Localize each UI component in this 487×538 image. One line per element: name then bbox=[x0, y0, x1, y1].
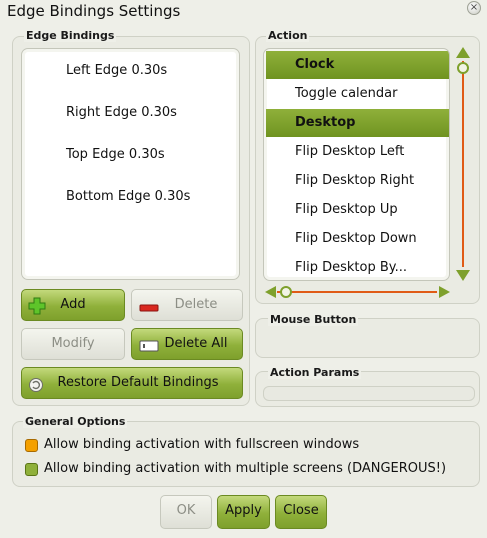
delete-button-label: Delete bbox=[174, 297, 218, 312]
multiscreen-option-label[interactable]: Allow binding activation with multiple s… bbox=[44, 461, 446, 476]
restore-icon bbox=[28, 375, 44, 405]
vertical-scroll-thumb[interactable] bbox=[457, 62, 469, 74]
fullscreen-option-checkbox[interactable] bbox=[25, 439, 38, 452]
multiscreen-option-checkbox[interactable] bbox=[25, 463, 38, 476]
edge-bindings-label: Edge Bindings bbox=[24, 29, 117, 42]
edge-binding-item[interactable]: Right Edge 0.30s bbox=[66, 105, 177, 120]
action-category-header[interactable]: Clock bbox=[266, 51, 449, 79]
delete-all-button[interactable]: Delete All bbox=[131, 328, 243, 360]
apply-button-label: Apply bbox=[225, 503, 262, 518]
action-list-item[interactable]: Toggle calendar bbox=[266, 80, 449, 108]
vertical-scroll-track[interactable] bbox=[462, 61, 464, 267]
edge-bindings-list[interactable]: Left Edge 0.30s Right Edge 0.30s Top Edg… bbox=[21, 48, 240, 280]
modify-button[interactable]: Modify bbox=[21, 328, 125, 360]
scroll-right-arrow-icon[interactable] bbox=[439, 286, 450, 298]
action-label: Action bbox=[266, 29, 310, 42]
general-options-frame bbox=[12, 421, 480, 487]
ok-button-label: OK bbox=[176, 503, 196, 518]
edge-binding-item[interactable]: Top Edge 0.30s bbox=[66, 147, 165, 162]
action-list-item[interactable]: Flip Desktop Left bbox=[266, 138, 449, 166]
action-vertical-scrollbar[interactable] bbox=[456, 47, 470, 283]
action-list[interactable]: Clock Toggle calendar Desktop Flip Desktop … bbox=[263, 48, 450, 281]
close-button[interactable]: Close bbox=[275, 495, 327, 529]
plus-icon bbox=[28, 297, 46, 327]
restore-button-label: Restore Default Bindings bbox=[57, 375, 219, 390]
scroll-up-arrow-icon[interactable] bbox=[456, 47, 470, 58]
add-button[interactable]: Add bbox=[21, 289, 125, 321]
add-button-label: Add bbox=[60, 297, 86, 312]
mouse-button-label: Mouse Button bbox=[268, 313, 359, 326]
window-close-icon[interactable]: × bbox=[467, 1, 481, 15]
horizontal-scroll-thumb[interactable] bbox=[280, 286, 292, 298]
action-list-item[interactable]: Flip Desktop Up bbox=[266, 196, 449, 224]
minus-icon bbox=[138, 297, 160, 327]
action-horizontal-scrollbar[interactable] bbox=[265, 285, 451, 299]
restore-default-bindings-button[interactable]: Restore Default Bindings bbox=[21, 367, 243, 399]
fullscreen-option-label[interactable]: Allow binding activation with fullscreen… bbox=[44, 437, 359, 452]
clear-icon bbox=[138, 336, 160, 366]
delete-button[interactable]: Delete bbox=[131, 289, 243, 321]
action-params-field[interactable] bbox=[263, 386, 475, 401]
action-list-item[interactable]: Flip Desktop Down bbox=[266, 225, 449, 253]
title-bar: Edge Bindings Settings × bbox=[0, 0, 487, 26]
horizontal-scroll-track[interactable] bbox=[277, 291, 437, 293]
ok-button[interactable]: OK bbox=[160, 495, 212, 529]
apply-button[interactable]: Apply bbox=[217, 495, 270, 529]
general-options-label: General Options bbox=[23, 415, 128, 428]
close-button-label: Close bbox=[283, 503, 319, 518]
edge-binding-item[interactable]: Bottom Edge 0.30s bbox=[66, 189, 190, 204]
scroll-left-arrow-icon[interactable] bbox=[265, 286, 276, 298]
scroll-down-arrow-icon[interactable] bbox=[456, 270, 470, 281]
modify-button-label: Modify bbox=[51, 336, 95, 351]
edge-binding-item[interactable]: Left Edge 0.30s bbox=[66, 63, 167, 78]
action-list-item[interactable]: Flip Desktop Right bbox=[266, 167, 449, 195]
action-params-label: Action Params bbox=[268, 366, 362, 379]
action-list-item[interactable]: Flip Desktop By... bbox=[266, 254, 449, 280]
window-title: Edge Bindings Settings bbox=[7, 2, 181, 20]
action-category-header[interactable]: Desktop bbox=[266, 109, 449, 137]
